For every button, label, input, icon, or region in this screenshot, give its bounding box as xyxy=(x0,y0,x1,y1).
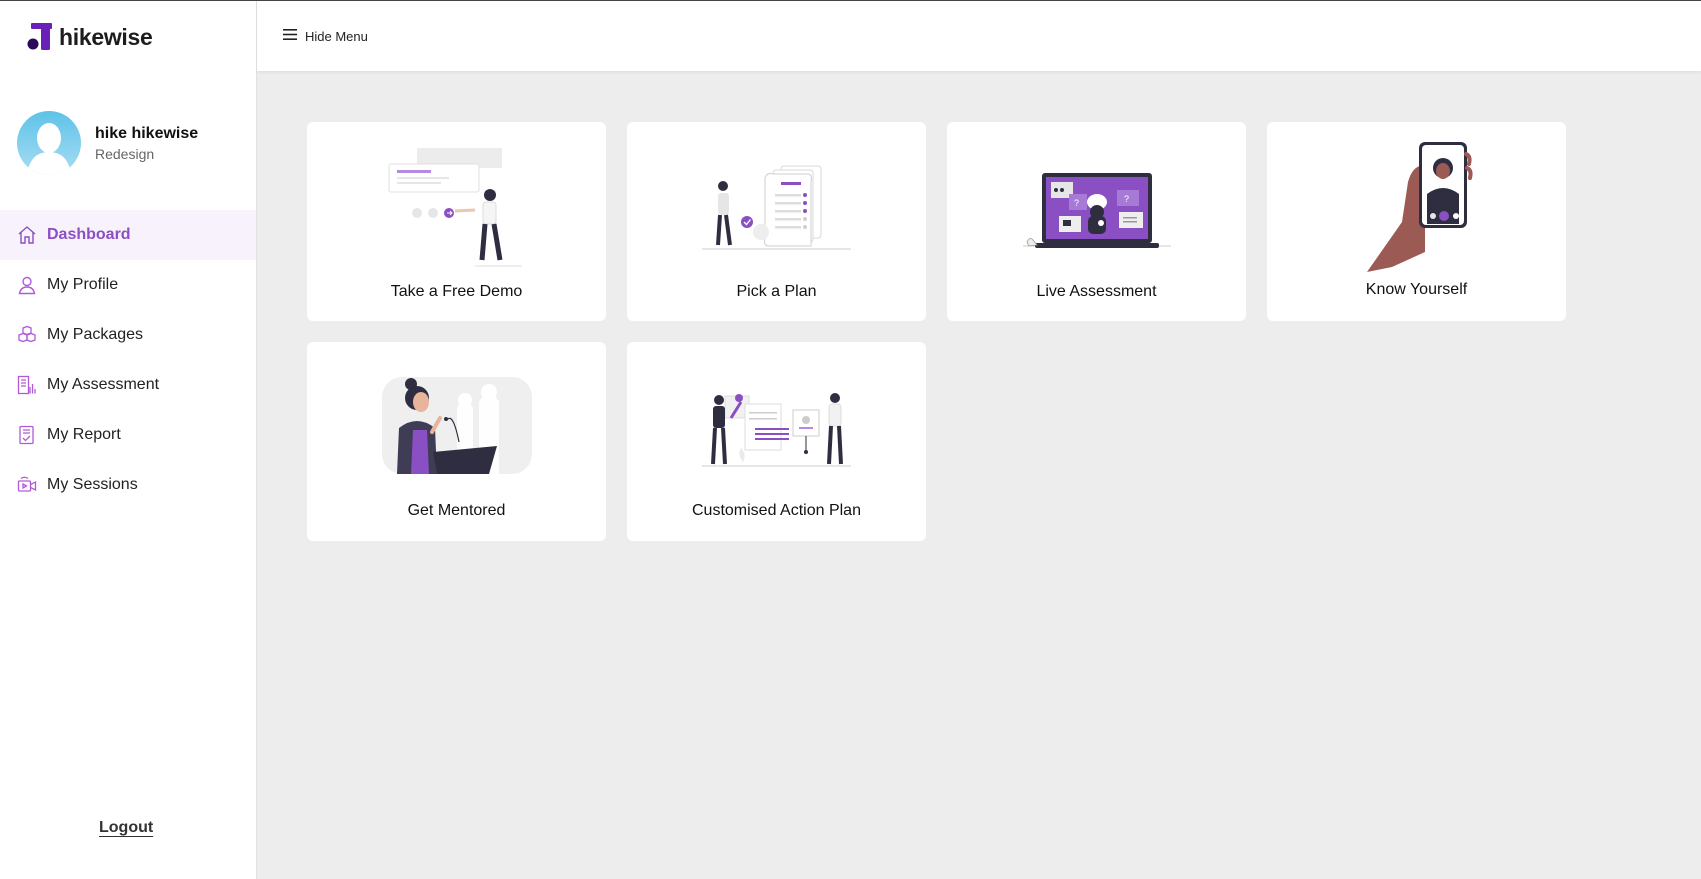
sidebar-item-label: My Packages xyxy=(47,326,144,343)
avatar[interactable] xyxy=(17,111,81,175)
home-icon xyxy=(16,224,38,246)
sidebar-item-my-report[interactable]: My Report xyxy=(0,410,256,460)
sidebar-item-label: My Report xyxy=(47,426,121,443)
sidebar-item-my-profile[interactable]: My Profile xyxy=(0,260,256,310)
card-know-yourself[interactable]: Know Yourself xyxy=(1267,122,1566,321)
card-label: Live Assessment xyxy=(1036,283,1157,300)
card-label: Take a Free Demo xyxy=(390,283,523,300)
team-planning-illustration xyxy=(702,393,851,467)
video-session-icon xyxy=(16,474,38,496)
card-label: Get Mentored xyxy=(407,502,506,519)
user-subtitle: Redesign xyxy=(95,145,155,162)
assessment-icon xyxy=(16,374,38,396)
card-label: Know Yourself xyxy=(1365,281,1468,298)
brand-logo[interactable]: hikewise xyxy=(27,23,153,51)
phone-selfie-illustration xyxy=(1367,142,1473,272)
user-profile: hike hikewise Redesign xyxy=(17,111,198,175)
brand-name: hikewise xyxy=(59,23,153,50)
sidebar-item-my-assessment[interactable]: My Assessment xyxy=(0,360,256,410)
sidebar-item-label: My Profile xyxy=(47,276,119,293)
user-icon xyxy=(16,274,38,296)
sidebar-item-label: My Sessions xyxy=(47,476,138,493)
sidebar-item-dashboard[interactable]: Dashboard xyxy=(0,210,256,260)
card-get-mentored[interactable]: Get Mentored xyxy=(307,342,606,541)
card-take-a-free-demo[interactable]: Take a Free Demo xyxy=(307,122,606,321)
hide-menu-label: Hide Menu xyxy=(305,28,368,44)
sidebar-item-label: Dashboard xyxy=(47,226,131,243)
logout-link[interactable]: Logout xyxy=(99,819,153,837)
card-pick-a-plan[interactable]: Pick a Plan xyxy=(627,122,926,321)
svg-text:?: ? xyxy=(1124,194,1129,204)
report-icon xyxy=(16,424,38,446)
package-icon xyxy=(16,324,38,346)
hamburger-icon xyxy=(283,27,297,45)
checklist-plan-illustration xyxy=(702,165,851,250)
sidebar-item-my-packages[interactable]: My Packages xyxy=(0,310,256,360)
hikewise-logo-icon xyxy=(27,23,52,50)
svg-text:?: ? xyxy=(1074,198,1079,208)
sidebar-item-label: My Assessment xyxy=(47,376,160,393)
sidebar-nav: Dashboard My Profile My Packages My Asse… xyxy=(0,210,256,510)
speaker-podium-illustration xyxy=(382,377,532,474)
hide-menu-button[interactable]: Hide Menu xyxy=(283,27,368,45)
sidebar-item-my-sessions[interactable]: My Sessions xyxy=(0,460,256,510)
laptop-assessment-illustration: ? ? xyxy=(1023,173,1171,248)
card-live-assessment[interactable]: ? ? Live Assessment xyxy=(947,122,1246,321)
card-label: Customised Action Plan xyxy=(692,502,861,519)
card-customised-action-plan[interactable]: Customised Action Plan xyxy=(627,342,926,541)
top-bar: Hide Menu xyxy=(257,1,1701,71)
demo-presentation-illustration xyxy=(388,148,522,267)
card-label: Pick a Plan xyxy=(736,283,817,300)
user-name: hike hikewise xyxy=(95,124,199,142)
sidebar: hikewise hike hikewise Redesign Dashboar… xyxy=(0,1,257,879)
